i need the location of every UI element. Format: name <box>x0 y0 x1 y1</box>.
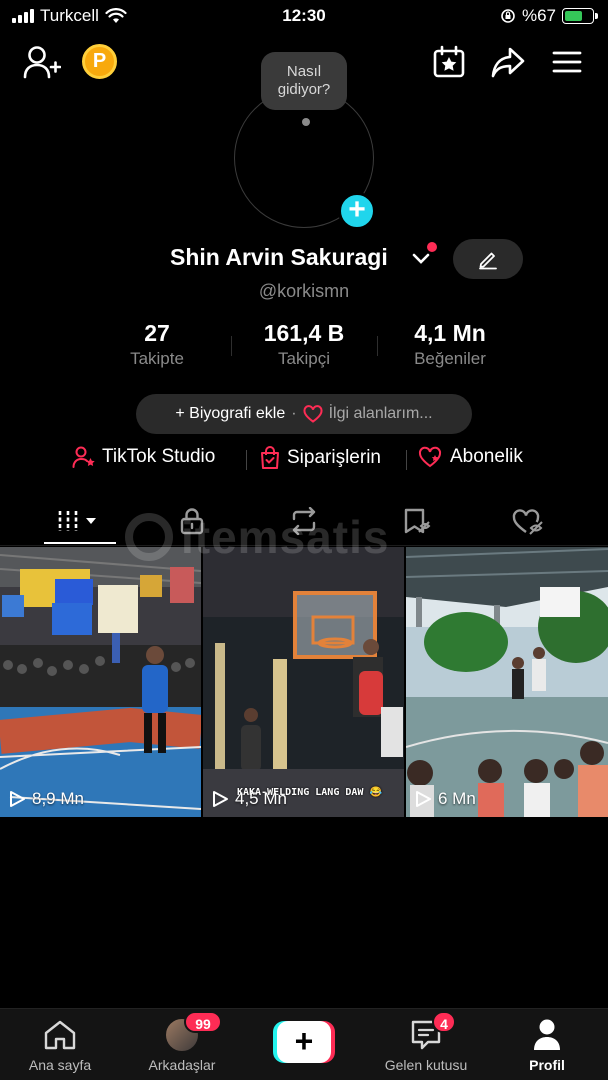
nav-label: Ana sayfa <box>28 1057 92 1073</box>
tab-saved[interactable] <box>380 498 452 544</box>
profile-name: Shin Arvin Sakuragi <box>170 244 388 270</box>
nav-home[interactable]: Ana sayfa <box>0 1009 120 1080</box>
share-icon <box>491 47 525 78</box>
add-avatar-button[interactable]: + <box>338 192 376 230</box>
bubble-dot <box>302 118 310 126</box>
followers-stat[interactable]: 161,4 B Takipçi <box>244 320 364 369</box>
divider <box>231 336 232 356</box>
plus-icon: + <box>277 1021 331 1063</box>
outdoor-court-thumbnail <box>406 547 608 817</box>
active-tab-indicator <box>44 542 116 544</box>
profile-tabs <box>0 498 608 546</box>
link-label: Siparişlerin <box>287 447 381 468</box>
nav-label: Profil <box>529 1057 565 1073</box>
dunk-thumbnail <box>203 547 404 817</box>
profile-icon <box>534 1019 560 1050</box>
video-grid: 8,9 Mn KAKA-WELDING LANG DAW 😂 4,5 Mn 6 … <box>0 547 608 817</box>
grid-icon <box>58 511 96 531</box>
likes-stat[interactable]: 4,1 Mn Beğeniler <box>390 320 510 369</box>
play-icon <box>213 791 228 807</box>
likes-label: Beğeniler <box>414 349 486 368</box>
status-right: %67 <box>500 6 598 26</box>
status-bubble[interactable]: Nasıl gidiyor? <box>261 52 347 110</box>
coins-button[interactable]: P <box>82 44 117 79</box>
following-count: 27 <box>144 320 170 346</box>
following-stat[interactable]: 27 Takipte <box>97 320 217 369</box>
add-person-icon <box>23 46 61 79</box>
tab-private[interactable] <box>156 498 228 544</box>
nav-label: Arkadaşlar <box>148 1057 216 1073</box>
bottom-navigation: Ana sayfa 99 Arkadaşlar + 4 Gelen kutusu… <box>0 1008 608 1080</box>
nav-profile[interactable]: Profil <box>487 1009 607 1080</box>
battery-icon <box>562 8 598 24</box>
link-label: Abonelik <box>450 446 523 467</box>
heart-icon <box>303 405 323 423</box>
shopping-bag-icon <box>261 446 279 469</box>
followers-label: Takipçi <box>278 349 330 368</box>
bio-separator: · <box>291 405 297 422</box>
orders-link[interactable]: Siparişlerin <box>259 446 381 470</box>
view-count: 6 Mn <box>414 789 476 809</box>
view-count-text: 6 Mn <box>438 789 476 808</box>
subscription-link[interactable]: Abonelik <box>418 446 523 468</box>
battery-percent: %67 <box>521 6 556 25</box>
person-star-icon <box>72 446 95 468</box>
video-thumbnail[interactable]: 6 Mn <box>406 547 608 817</box>
edit-profile-button[interactable] <box>453 239 523 279</box>
coin-icon: P <box>92 50 107 72</box>
following-label: Takipte <box>130 349 184 368</box>
divider <box>406 450 407 470</box>
menu-button[interactable] <box>548 44 586 80</box>
add-friend-button[interactable] <box>22 44 62 80</box>
tab-videos[interactable] <box>44 498 116 544</box>
play-icon <box>10 791 25 807</box>
home-icon <box>44 1020 76 1050</box>
create-button[interactable]: + <box>273 1021 335 1063</box>
pencil-icon <box>479 252 497 270</box>
divider <box>246 450 247 470</box>
repost-icon <box>292 507 316 535</box>
bio-actions: + Biyografi ekle · İlgi alanlarım... <box>136 394 472 434</box>
saved-icon <box>404 508 431 534</box>
nav-label: Gelen kutusu <box>384 1057 468 1073</box>
creator-links: TikTok Studio Siparişlerin Abonelik <box>0 446 608 472</box>
followers-count: 161,4 B <box>263 320 345 346</box>
orientation-lock-icon <box>501 9 515 23</box>
tiktok-studio-link[interactable]: TikTok Studio <box>72 446 215 468</box>
hamburger-icon <box>552 51 582 73</box>
video-thumbnail[interactable]: KAKA-WELDING LANG DAW 😂 4,5 Mn <box>203 547 404 817</box>
view-count: 8,9 Mn <box>8 789 84 809</box>
nav-inbox[interactable]: 4 Gelen kutusu <box>366 1009 486 1080</box>
add-bio-button[interactable]: + Biyografi ekle <box>175 405 285 423</box>
notification-dot <box>427 242 437 252</box>
share-profile-button[interactable] <box>489 44 527 80</box>
likes-count: 4,1 Mn <box>414 320 486 346</box>
status-bar: Turkcell 12:30 %67 <box>0 0 608 36</box>
tab-liked[interactable] <box>492 498 564 544</box>
calendar-star-icon <box>433 45 465 78</box>
play-icon <box>416 791 431 807</box>
view-count-text: 4,5 Mn <box>235 789 287 808</box>
inbox-badge: 4 <box>432 1011 456 1033</box>
basketball-court-thumbnail <box>0 547 201 817</box>
username: @korkismn <box>258 281 350 301</box>
video-thumbnail[interactable]: 8,9 Mn <box>0 547 201 817</box>
divider <box>377 336 378 356</box>
lock-icon <box>180 508 204 535</box>
friends-badge: 99 <box>184 1011 222 1033</box>
heart-badge-icon <box>418 446 442 468</box>
liked-icon <box>512 509 543 535</box>
view-count-text: 8,9 Mn <box>32 789 84 808</box>
nav-friends[interactable]: 99 Arkadaşlar <box>122 1009 242 1080</box>
stats: 27 Takipte 161,4 B Takipçi 4,1 Mn Beğeni… <box>0 320 608 376</box>
interests-button[interactable]: İlgi alanlarım... <box>329 405 433 423</box>
tab-reposts[interactable] <box>268 498 340 544</box>
view-count: 4,5 Mn <box>211 789 287 809</box>
link-label: TikTok Studio <box>102 446 216 467</box>
events-button[interactable] <box>430 44 468 80</box>
